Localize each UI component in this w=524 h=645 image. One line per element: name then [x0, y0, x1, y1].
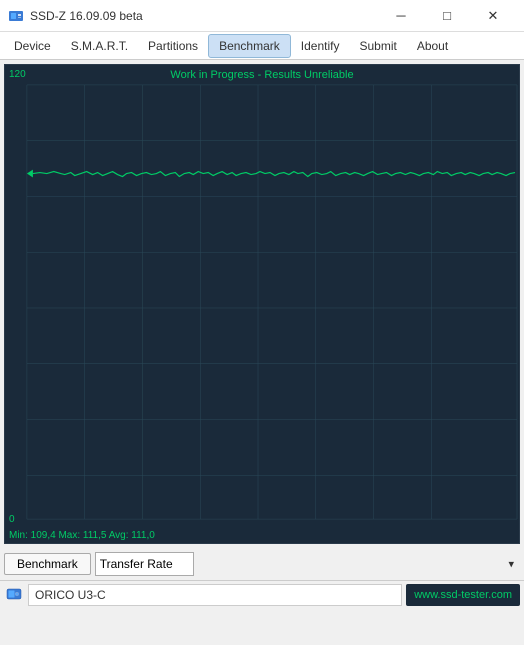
- device-name: ORICO U3-C: [28, 584, 402, 606]
- chart-container: 120 Work in Progress - Results Unreliabl…: [4, 64, 520, 544]
- status-bar: ORICO U3-C www.ssd-tester.com: [0, 580, 524, 608]
- minimize-button[interactable]: ─: [378, 0, 424, 32]
- maximize-button[interactable]: □: [424, 0, 470, 32]
- menu-item-submit[interactable]: Submit: [349, 34, 406, 58]
- app-title: SSD-Z 16.09.09 beta: [30, 9, 143, 23]
- title-bar-left: SSD-Z 16.09.09 beta: [8, 8, 143, 24]
- chart-svg: [5, 65, 519, 543]
- transfer-rate-dropdown-wrapper: Transfer Rate Access Time IOPS: [95, 552, 520, 576]
- menu-item-about[interactable]: About: [407, 34, 458, 58]
- menu-item-benchmark[interactable]: Benchmark: [208, 34, 291, 58]
- menu-item-device[interactable]: Device: [4, 34, 61, 58]
- status-icon: [4, 585, 24, 605]
- menu-item-smart[interactable]: S.M.A.R.T.: [61, 34, 138, 58]
- transfer-rate-dropdown[interactable]: Transfer Rate Access Time IOPS: [95, 552, 194, 576]
- benchmark-button[interactable]: Benchmark: [4, 553, 91, 575]
- close-button[interactable]: ✕: [470, 0, 516, 32]
- device-icon: [5, 586, 23, 604]
- website-url: www.ssd-tester.com: [406, 584, 520, 606]
- menu-bar: Device S.M.A.R.T. Partitions Benchmark I…: [0, 32, 524, 60]
- bottom-controls: Benchmark Transfer Rate Access Time IOPS: [0, 548, 524, 580]
- title-bar: SSD-Z 16.09.09 beta ─ □ ✕: [0, 0, 524, 32]
- menu-item-partitions[interactable]: Partitions: [138, 34, 208, 58]
- app-icon: [8, 8, 24, 24]
- window-controls: ─ □ ✕: [378, 0, 516, 32]
- menu-item-identify[interactable]: Identify: [291, 34, 350, 58]
